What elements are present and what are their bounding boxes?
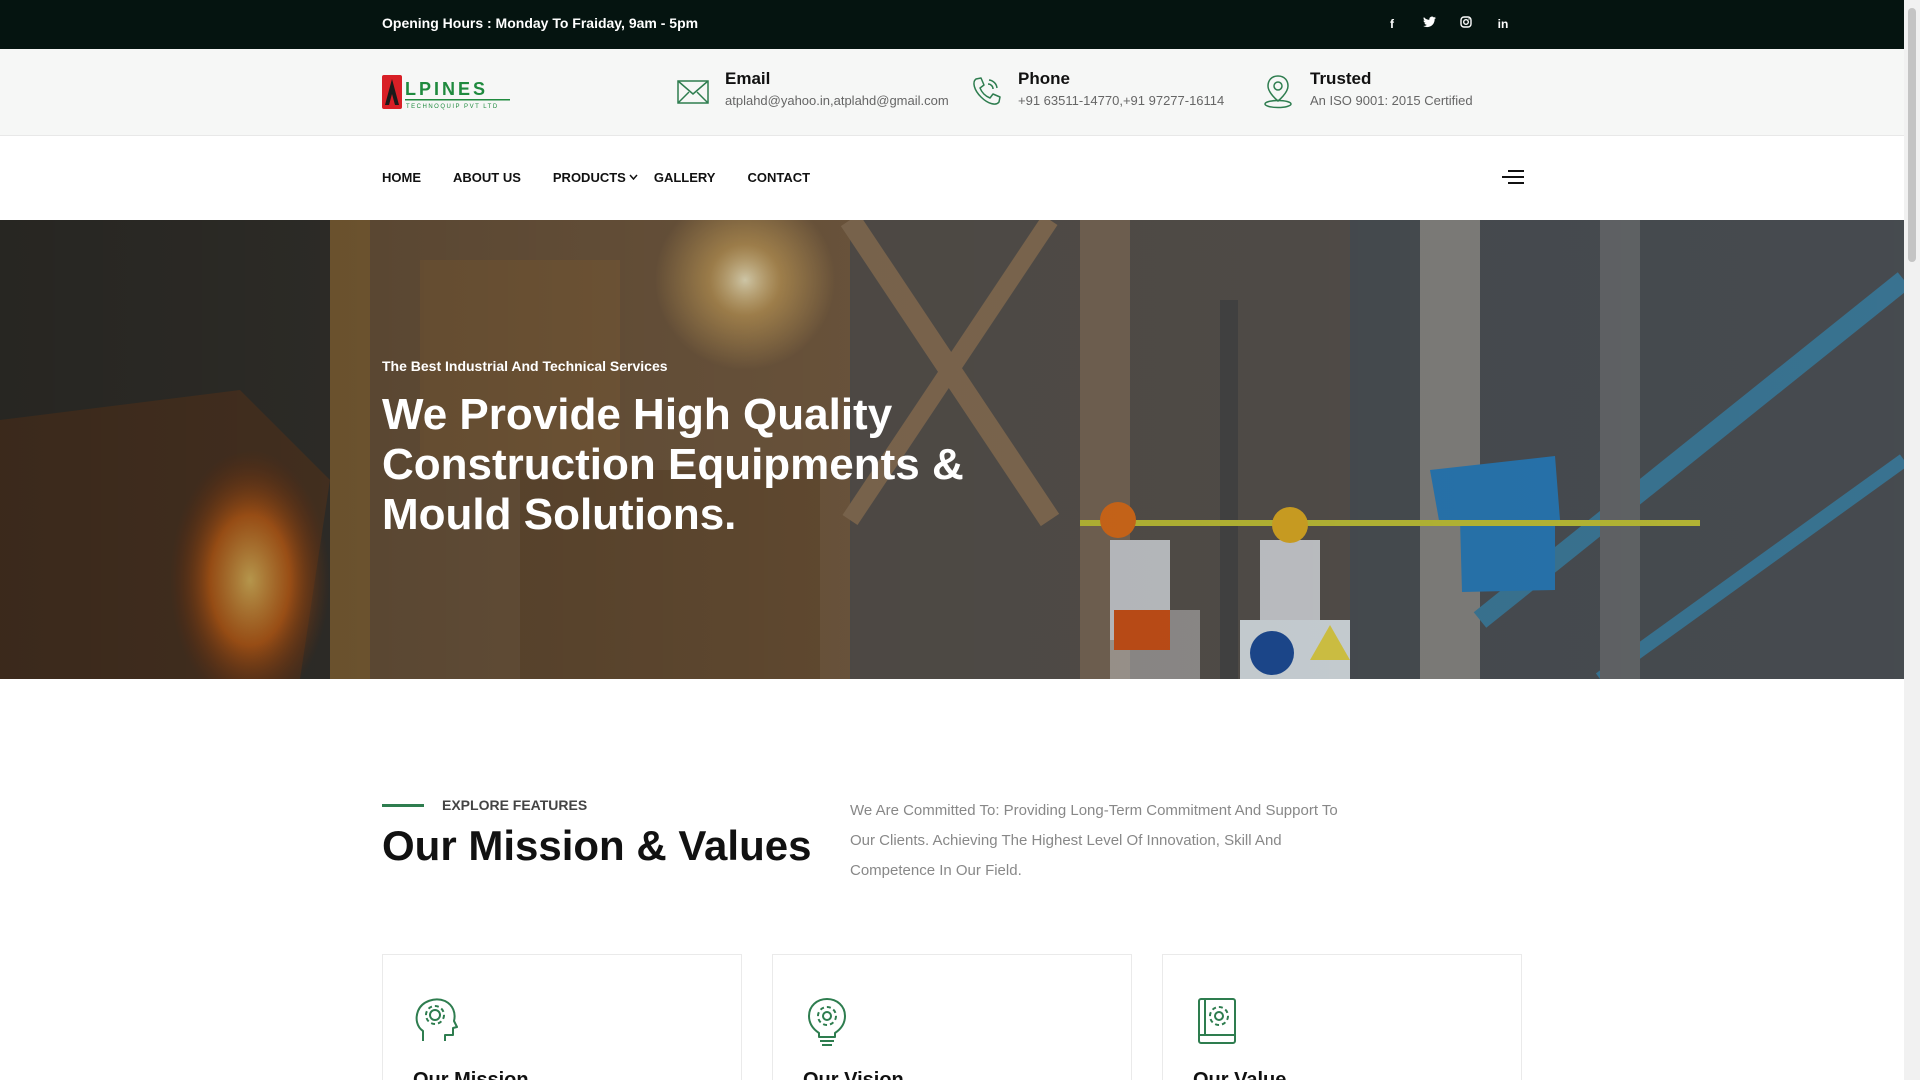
hamburger-menu-icon[interactable] xyxy=(1502,170,1524,188)
nav-contact[interactable]: CONTACT xyxy=(747,170,810,185)
email-label: Email xyxy=(725,69,771,88)
nav-home-label: HOME xyxy=(382,170,421,185)
svg-text:TECHNOQUIP PVT LTD: TECHNOQUIP PVT LTD xyxy=(406,104,499,110)
info-phone: Phone +91 63511-14770,+91 97277-16114 xyxy=(966,69,1224,111)
nav-gallery-label: GALLERY xyxy=(653,170,716,185)
book-gear-icon xyxy=(1193,995,1241,1047)
trusted-value: An ISO 9001: 2015 Certified xyxy=(1310,93,1473,108)
instagram-icon[interactable] xyxy=(1458,14,1474,34)
location-badge-icon xyxy=(1258,71,1298,111)
nav-gallery[interactable]: GALLERY xyxy=(654,170,716,185)
features-description: We Are Committed To: Providing Long-Term… xyxy=(850,802,1338,879)
nav-home[interactable]: HOME xyxy=(382,170,421,185)
lightbulb-gear-icon xyxy=(803,995,851,1047)
value-card-title: Our Value xyxy=(1193,1069,1287,1080)
info-email: Email atplahd@yahoo.in,atplahd@gmail.com xyxy=(673,69,949,111)
nav-about-label: ABOUT US xyxy=(453,170,521,185)
phone-icon xyxy=(966,71,1006,111)
opening-hours: Opening Hours : Monday To Fraiday, 9am -… xyxy=(382,15,699,31)
page: Opening Hours : Monday To Fraiday, 9am -… xyxy=(0,0,1904,1080)
logo[interactable]: LPINES TECHNOQUIP PVT LTD xyxy=(382,73,512,111)
email-value[interactable]: atplahd@yahoo.in,atplahd@gmail.com xyxy=(725,93,949,109)
features-title: Our Mission & Values xyxy=(382,822,812,869)
hero-title: We Provide High Quality Construction Equ… xyxy=(382,390,964,539)
vertical-scrollbar[interactable] xyxy=(1904,0,1920,1080)
mission-card[interactable]: Our Mission xyxy=(382,954,742,1080)
head-gear-icon xyxy=(413,995,461,1047)
phone-value[interactable]: +91 63511-14770,+91 97277-16114 xyxy=(1018,93,1224,109)
features-label: EXPLORE FEATURES xyxy=(442,797,588,813)
vision-card[interactable]: Our Vision xyxy=(772,954,1132,1080)
envelope-icon xyxy=(673,71,713,111)
social-links: f in xyxy=(1384,14,1511,34)
hero-banner: The Best Industrial And Technical Servic… xyxy=(0,220,1904,679)
scrollbar-thumb[interactable] xyxy=(1908,8,1916,262)
top-bar: Opening Hours : Monday To Fraiday, 9am -… xyxy=(0,0,1904,49)
hero-subtitle: The Best Industrial And Technical Servic… xyxy=(382,358,668,374)
chevron-down-icon xyxy=(629,172,638,183)
nav-products[interactable]: PRODUCTS xyxy=(553,170,638,185)
nav-about-us[interactable]: ABOUT US xyxy=(453,170,521,185)
info-trusted: Trusted An ISO 9001: 2015 Certified xyxy=(1258,69,1473,111)
mission-card-title: Our Mission xyxy=(413,1069,529,1080)
section-divider-line xyxy=(382,804,424,807)
twitter-icon[interactable] xyxy=(1421,14,1437,34)
value-card[interactable]: Our Value xyxy=(1162,954,1522,1080)
nav-products-label: PRODUCTS xyxy=(552,170,626,185)
nav-contact-label: CONTACT xyxy=(747,170,811,185)
facebook-icon[interactable]: f xyxy=(1384,14,1400,34)
trusted-label: Trusted xyxy=(1310,69,1372,88)
svg-text:LPINES: LPINES xyxy=(405,79,488,99)
linkedin-icon[interactable]: in xyxy=(1495,14,1511,34)
vision-card-title: Our Vision xyxy=(803,1069,904,1080)
phone-label: Phone xyxy=(1018,69,1070,88)
main-nav: HOME ABOUT US PRODUCTS GALLERY CONTACT xyxy=(0,136,1904,220)
info-bar: LPINES TECHNOQUIP PVT LTD Email atplahd@… xyxy=(0,49,1904,136)
